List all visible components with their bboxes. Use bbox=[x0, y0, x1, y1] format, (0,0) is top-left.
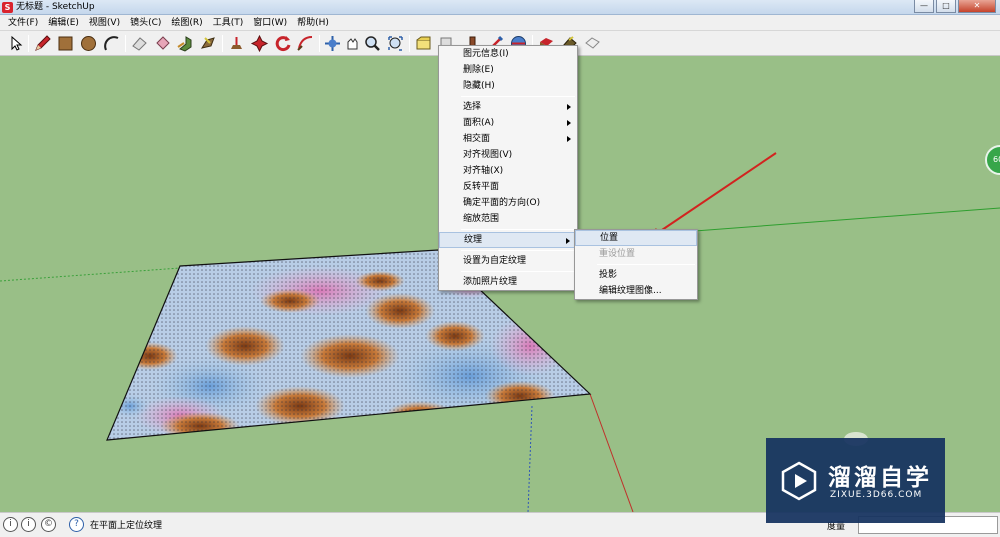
ctx-intersect[interactable]: 相交面 bbox=[439, 131, 577, 147]
ctx-select[interactable]: 选择 bbox=[439, 99, 577, 115]
menu-draw[interactable]: 绘图(R) bbox=[166, 15, 207, 31]
submenu-arrow-icon bbox=[567, 120, 571, 126]
minimize-button[interactable]: — bbox=[914, 0, 934, 13]
watermark-logo: 溜溜自学 ZIXUE.3D66.COM bbox=[766, 438, 945, 523]
zoom-extents-icon[interactable] bbox=[343, 34, 362, 53]
ctx-area-label: 面积(A) bbox=[463, 118, 495, 128]
ctx-texture[interactable]: 纹理 bbox=[439, 232, 577, 248]
submenu-arrow-icon bbox=[567, 104, 571, 110]
pushpull-icon[interactable] bbox=[176, 34, 195, 53]
status-text: 在平面上定位纹理 bbox=[90, 521, 163, 531]
ctx-align-view[interactable]: 对齐视图(V) bbox=[439, 147, 577, 163]
ctx-make-unique-texture[interactable]: 设置为自定纹理 bbox=[439, 253, 577, 269]
style-icon[interactable] bbox=[583, 34, 602, 53]
submenu-edit-texture-image[interactable]: 编辑纹理图像... bbox=[575, 283, 697, 299]
submenu-position[interactable]: 位置 bbox=[575, 230, 697, 246]
arc-icon[interactable] bbox=[102, 34, 121, 53]
eraser-icon[interactable] bbox=[130, 34, 149, 53]
menu-bar: 文件(F) 编辑(E) 视图(V) 镜头(C) 绘图(R) 工具(T) 窗口(W… bbox=[0, 15, 1000, 31]
texture-submenu: 位置 重设位置 投影 编辑纹理图像... bbox=[574, 229, 698, 300]
pan-icon[interactable] bbox=[296, 34, 315, 53]
axes-icon[interactable] bbox=[414, 34, 433, 53]
submenu-arrow-icon bbox=[567, 136, 571, 142]
submenu-projected[interactable]: 投影 bbox=[575, 267, 697, 283]
ctx-separator bbox=[461, 229, 575, 230]
credits-icon[interactable]: i bbox=[21, 517, 36, 532]
window-controls: — □ ✕ bbox=[912, 0, 996, 14]
geolocation-icon[interactable]: i bbox=[3, 517, 18, 532]
ctx-entity-info[interactable]: 图元信息(I) bbox=[439, 46, 577, 62]
select-icon[interactable] bbox=[6, 34, 25, 53]
ctx-separator bbox=[461, 250, 575, 251]
red-axis bbox=[589, 393, 634, 512]
paint-bucket-icon[interactable] bbox=[153, 34, 172, 53]
ctx-orient-faces[interactable]: 确定平面的方向(O) bbox=[439, 195, 577, 211]
ctx-delete[interactable]: 删除(E) bbox=[439, 62, 577, 78]
ctx-zoom-extents[interactable]: 缩放范围 bbox=[439, 211, 577, 227]
menu-edit[interactable]: 编辑(E) bbox=[43, 15, 84, 31]
ctx-align-axes[interactable]: 对齐轴(X) bbox=[439, 163, 577, 179]
ctx-texture-label: 纹理 bbox=[464, 235, 483, 245]
menu-help[interactable]: 帮助(H) bbox=[292, 15, 334, 31]
offset-icon[interactable] bbox=[250, 34, 269, 53]
watermark-title: 溜溜自学 bbox=[828, 465, 932, 491]
copyright-icon[interactable]: © bbox=[41, 517, 56, 532]
maximize-button[interactable]: □ bbox=[936, 0, 956, 13]
ctx-separator bbox=[461, 271, 575, 272]
rectangle-icon[interactable] bbox=[56, 34, 75, 53]
tape-icon[interactable] bbox=[363, 34, 382, 53]
submenu-arrow-icon bbox=[566, 238, 570, 244]
context-menu: 图元信息(I) 删除(E) 隐藏(H) 选择 面积(A) 相交面 对齐视图(V)… bbox=[438, 45, 578, 291]
play-logo-icon bbox=[781, 461, 817, 501]
pencil-icon[interactable] bbox=[33, 34, 52, 53]
text-icon[interactable] bbox=[386, 34, 405, 53]
ctx-intersect-label: 相交面 bbox=[463, 134, 491, 144]
menu-camera[interactable]: 镜头(C) bbox=[125, 15, 166, 31]
orbit-icon[interactable] bbox=[273, 34, 292, 53]
close-button[interactable]: ✕ bbox=[958, 0, 996, 13]
menu-view[interactable]: 视图(V) bbox=[84, 15, 125, 31]
circle-icon[interactable] bbox=[79, 34, 98, 53]
help-icon[interactable]: ? bbox=[69, 517, 84, 532]
ctx-separator bbox=[461, 96, 575, 97]
menu-window[interactable]: 窗口(W) bbox=[248, 15, 292, 31]
ctx-add-photo-texture[interactable]: 添加照片纹理 bbox=[439, 274, 577, 290]
green-axis-dashed bbox=[0, 267, 181, 282]
ctx-reverse-faces[interactable]: 反转平面 bbox=[439, 179, 577, 195]
menu-tools[interactable]: 工具(T) bbox=[208, 15, 249, 31]
window-title: 无标题 - SketchUp bbox=[16, 2, 95, 12]
move-icon[interactable] bbox=[199, 34, 218, 53]
ctx-hide[interactable]: 隐藏(H) bbox=[439, 78, 577, 94]
title-bar: S 无标题 - SketchUp — □ ✕ bbox=[0, 0, 1000, 15]
annotation-arrow bbox=[655, 152, 777, 235]
zoom-icon[interactable] bbox=[323, 34, 342, 53]
sketchup-icon: S bbox=[2, 2, 13, 13]
menu-file[interactable]: 文件(F) bbox=[3, 15, 43, 31]
rotate-icon[interactable] bbox=[227, 34, 246, 53]
submenu-reset-position: 重设位置 bbox=[599, 249, 636, 259]
ctx-select-label: 选择 bbox=[463, 102, 482, 112]
watermark-url: ZIXUE.3D66.COM bbox=[830, 490, 923, 500]
submenu-separator bbox=[597, 264, 695, 265]
blue-axis-dashed bbox=[527, 405, 533, 512]
ctx-area[interactable]: 面积(A) bbox=[439, 115, 577, 131]
